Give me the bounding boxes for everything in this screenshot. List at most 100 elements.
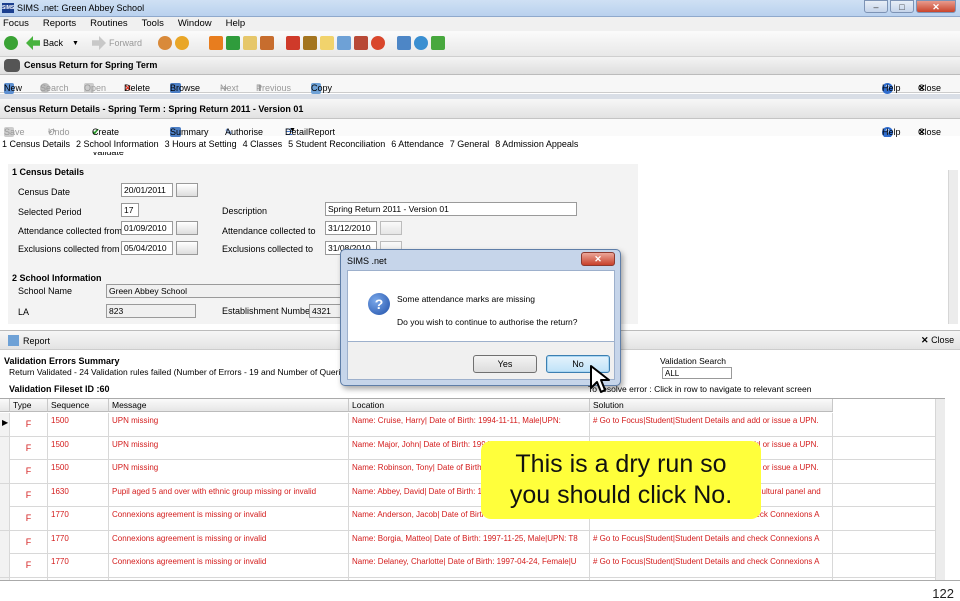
dialog-close-button[interactable]: ✕ bbox=[581, 252, 615, 266]
tab-student-reconciliation[interactable]: 5 Student Reconciliation bbox=[288, 137, 385, 152]
book-icon[interactable] bbox=[209, 36, 223, 50]
cell-type[interactable]: F bbox=[10, 413, 48, 436]
menu-window[interactable]: Window bbox=[178, 17, 212, 31]
table-row[interactable]: F 1500 UPN missing Name: Robinson, Tony| Da… bbox=[0, 460, 945, 484]
menu-reports[interactable]: Reports bbox=[43, 17, 76, 31]
census-date-field[interactable]: 20/01/2011 bbox=[121, 183, 173, 197]
column-solution[interactable]: Solution bbox=[590, 399, 833, 412]
tab-attendance[interactable]: 6 Attendance bbox=[391, 137, 444, 152]
exclusions-from-field[interactable]: 05/04/2010 bbox=[121, 241, 173, 255]
tab-admission-appeals[interactable]: 8 Admission Appeals bbox=[495, 137, 578, 152]
yes-button[interactable]: Yes bbox=[473, 355, 537, 373]
tab-general[interactable]: 7 General bbox=[450, 137, 490, 152]
cell-sequence[interactable]: 1770 bbox=[48, 530, 109, 554]
cell-type[interactable]: F bbox=[10, 530, 48, 554]
chart-icon[interactable] bbox=[260, 36, 274, 50]
cell-message[interactable]: UPN missing bbox=[109, 460, 349, 483]
maximize-button[interactable]: □ bbox=[890, 0, 914, 13]
row-header[interactable] bbox=[0, 436, 10, 460]
globe-icon[interactable] bbox=[414, 36, 428, 50]
package-icon[interactable] bbox=[431, 36, 445, 50]
description-field[interactable]: Spring Return 2011 - Version 01 bbox=[325, 202, 577, 216]
calendar-icon[interactable] bbox=[176, 241, 198, 255]
selected-period-field[interactable]: 17 bbox=[121, 203, 139, 217]
tab-hours-at-setting[interactable]: 3 Hours at Setting bbox=[165, 137, 237, 152]
validation-search-select[interactable]: ALL bbox=[662, 367, 732, 379]
cell-solution[interactable]: # Go to Focus|Student|Student Details an… bbox=[590, 530, 833, 554]
tab-school-information[interactable]: 2 School Information bbox=[76, 137, 159, 152]
people-icon[interactable] bbox=[158, 36, 172, 50]
table-row[interactable]: F 1500 UPN missing Name: Major, John| Date … bbox=[0, 436, 945, 460]
row-header[interactable] bbox=[0, 554, 10, 577]
column-sequence[interactable]: Sequence bbox=[48, 399, 109, 412]
row-header[interactable] bbox=[0, 483, 10, 507]
cell-location[interactable]: Name: Cruise, Harry| Date of Birth: 1994… bbox=[349, 413, 590, 436]
clock-icon[interactable] bbox=[371, 36, 385, 50]
cell-type[interactable]: F bbox=[10, 436, 48, 460]
cell-solution[interactable]: # Go to Focus|Student|Student Details an… bbox=[590, 413, 833, 436]
cell-sequence[interactable]: 1500 bbox=[48, 413, 109, 436]
cell-sequence[interactable]: 1500 bbox=[48, 436, 109, 460]
cell-solution[interactable]: # Go to Focus|Student|Student Details an… bbox=[590, 554, 833, 577]
previous-label: Previous bbox=[256, 83, 292, 93]
calendar-icon[interactable] bbox=[380, 221, 402, 235]
document-icon[interactable] bbox=[320, 36, 334, 50]
envelope-icon[interactable] bbox=[243, 36, 257, 50]
cell-location[interactable]: Name: Delaney, Charlotte| Date of Birth:… bbox=[349, 554, 590, 577]
menu-tools[interactable]: Tools bbox=[142, 17, 164, 31]
attendance-from-field[interactable]: 01/09/2010 bbox=[121, 221, 173, 235]
user-badge-icon[interactable] bbox=[354, 36, 368, 50]
row-header[interactable] bbox=[0, 530, 10, 554]
table-row[interactable]: F1770Connexions agreement is missing or … bbox=[0, 554, 945, 578]
forward-button[interactable]: Forward bbox=[92, 36, 142, 50]
report-label[interactable]: Report bbox=[23, 336, 50, 346]
menu-focus[interactable]: Focus bbox=[3, 17, 29, 31]
grid-scrollbar[interactable] bbox=[935, 399, 945, 580]
row-header[interactable] bbox=[0, 507, 10, 530]
cell-location[interactable]: Name: Borgia, Matteo| Date of Birth: 199… bbox=[349, 530, 590, 554]
window-close-button[interactable]: ✕ bbox=[916, 0, 956, 13]
minimize-button[interactable]: – bbox=[864, 0, 888, 13]
cell-message[interactable]: Connexions agreement is missing or inval… bbox=[109, 554, 349, 577]
table-row[interactable]: F 1500 UPN missing Name: Cruise, Harry| Dat… bbox=[0, 413, 945, 437]
column-type[interactable]: Type bbox=[10, 399, 48, 412]
cell-type[interactable]: F bbox=[10, 554, 48, 577]
home-switch-icon[interactable] bbox=[4, 36, 18, 50]
tab-census-details[interactable]: 1 Census Details bbox=[2, 137, 70, 152]
person-icon[interactable] bbox=[175, 36, 189, 50]
cell-type[interactable]: F bbox=[10, 460, 48, 483]
calendar-icon[interactable] bbox=[176, 183, 198, 197]
menu-help[interactable]: Help bbox=[226, 17, 246, 31]
form-scrollbar[interactable] bbox=[948, 170, 958, 324]
table-row[interactable]: F 1630 Pupil aged 5 and over with ethnic g… bbox=[0, 483, 945, 507]
table-row[interactable]: F1770Connexions agreement is missing or … bbox=[0, 530, 945, 554]
row-header[interactable] bbox=[0, 460, 10, 483]
back-button[interactable]: Back ▼ bbox=[26, 36, 79, 50]
page-number: 122 bbox=[932, 586, 954, 601]
cell-message[interactable]: Connexions agreement is missing or inval… bbox=[109, 530, 349, 554]
column-message[interactable]: Message bbox=[109, 399, 349, 412]
calendar-icon[interactable] bbox=[176, 221, 198, 235]
cell-message[interactable]: UPN missing bbox=[109, 436, 349, 460]
cell-sequence[interactable]: 1770 bbox=[48, 507, 109, 530]
edit-icon[interactable] bbox=[337, 36, 351, 50]
column-location[interactable]: Location bbox=[349, 399, 590, 412]
cell-type[interactable]: F bbox=[10, 507, 48, 530]
report-close-button[interactable]: ✕ Close bbox=[921, 335, 954, 346]
cell-message[interactable]: Pupil aged 5 and over with ethnic group … bbox=[109, 483, 349, 507]
cell-sequence[interactable]: 1630 bbox=[48, 483, 109, 507]
menu-routines[interactable]: Routines bbox=[90, 17, 128, 31]
tab-classes[interactable]: 4 Classes bbox=[243, 137, 283, 152]
cell-sequence[interactable]: 1500 bbox=[48, 460, 109, 483]
pencils-icon[interactable] bbox=[286, 36, 300, 50]
attendance-to-field[interactable]: 31/12/2010 bbox=[325, 221, 377, 235]
cell-message[interactable]: Connexions agreement is missing or inval… bbox=[109, 507, 349, 530]
cell-type[interactable]: F bbox=[10, 483, 48, 507]
transfer-icon[interactable] bbox=[397, 36, 411, 50]
notebook-icon[interactable] bbox=[303, 36, 317, 50]
row-header-column bbox=[0, 399, 10, 412]
table-row[interactable]: F1770Connexions agreement is missing or … bbox=[0, 507, 945, 531]
flag-icon[interactable] bbox=[226, 36, 240, 50]
cell-sequence[interactable]: 1770 bbox=[48, 554, 109, 577]
cell-message[interactable]: UPN missing bbox=[109, 413, 349, 436]
